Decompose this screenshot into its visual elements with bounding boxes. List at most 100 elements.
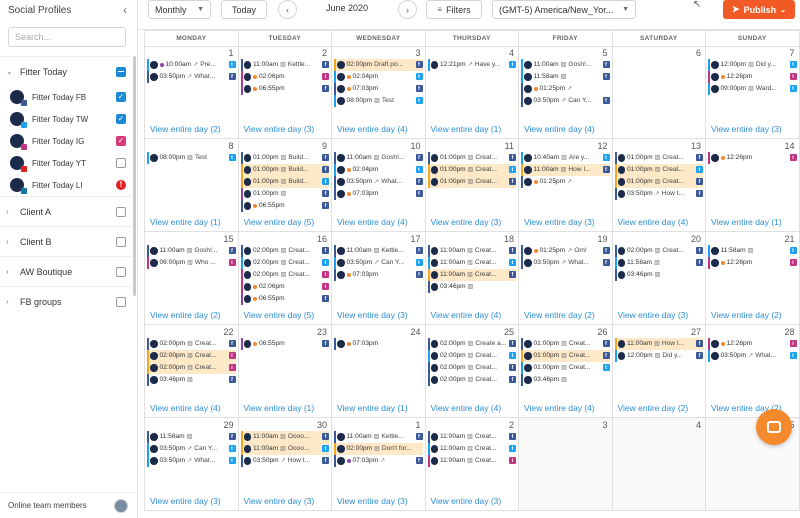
chat-launcher-button[interactable]	[756, 409, 792, 445]
scheduled-post-item[interactable]: 12:26pm i	[708, 71, 797, 83]
calendar-day[interactable]: 19 01:25pm ↗ Om! f 03:50pm ↗ What... f View entir…	[519, 232, 613, 325]
view-entire-day-link[interactable]: View entire day (4)	[524, 403, 595, 413]
view-entire-day-link[interactable]: View entire day (3)	[524, 217, 595, 227]
view-entire-day-link[interactable]: View entire day (2)	[711, 310, 782, 320]
calendar-day[interactable]: 29 11:58am ▨ f 03:50pm ↗ Can Y... t 03:50pm ↗ What…	[145, 418, 239, 511]
scheduled-post-item[interactable]: 02:06pm i	[240, 281, 329, 293]
view-entire-day-link[interactable]: View entire day (4)	[431, 310, 502, 320]
scheduled-post-item[interactable]: 03:46pm ▨	[521, 374, 610, 386]
scheduled-post-item[interactable]: 01:00pm ▨ Creat... f	[614, 152, 703, 164]
scheduled-post-item[interactable]: 11:00am ▨ Gosh!... f	[521, 59, 610, 71]
scheduled-post-item[interactable]: 01:25pm ↗	[521, 176, 610, 188]
draft-post-item[interactable]: 01:00pm ▨ Creat... f	[614, 176, 703, 188]
scheduled-post-item[interactable]: 06:55pm f	[240, 293, 329, 305]
calendar-day[interactable]: 30 11:00am ▨ Oooo... f 11:00am ▨ Oooo... t 03:50p…	[238, 418, 332, 511]
scheduled-post-item[interactable]: 01:25pm ↗	[521, 83, 610, 95]
draft-post-item[interactable]: 11:00am ▨ Oooo... f	[240, 431, 329, 443]
view-entire-day-link[interactable]: View entire day (3)	[337, 310, 408, 320]
view-entire-day-link[interactable]: View entire day (1)	[337, 403, 408, 413]
scheduled-post-item[interactable]: 11:00am ▨ Kettle... f	[334, 431, 423, 443]
publish-button[interactable]: ➤ Publish ⌄	[723, 0, 795, 19]
calendar-day[interactable]: 21 11:58am ▨ t 12:26pm i View entire day (2)	[706, 232, 800, 325]
calendar-day[interactable]: 23 06:55pm f View entire day (1)	[238, 325, 332, 418]
draft-post-item[interactable]: 02:00pm ▨ Creat... i	[147, 362, 236, 374]
calendar-day[interactable]: 6	[612, 46, 706, 139]
scheduled-post-item[interactable]: 06:00pm ▨ Who ... i	[147, 257, 236, 269]
profile-item[interactable]: Fitter Today LI!	[0, 174, 132, 196]
scheduled-post-item[interactable]: 11:00am ▨ Creat... i	[427, 455, 516, 467]
profile-item[interactable]: Fitter Today TW ✓	[0, 108, 132, 130]
view-entire-day-link[interactable]: View entire day (4)	[337, 217, 408, 227]
view-entire-day-link[interactable]: View entire day (2)	[150, 310, 221, 320]
calendar-day[interactable]: 13 01:00pm ▨ Creat... f 01:00pm ▨ Creat... t 01:0…	[612, 139, 706, 232]
view-entire-day-link[interactable]: View entire day (4)	[524, 124, 595, 134]
view-entire-day-link[interactable]: View entire day (5)	[244, 310, 315, 320]
scheduled-post-item[interactable]: 11:00am ▨ Creat... t	[427, 257, 516, 269]
group-checkbox[interactable]	[116, 66, 126, 77]
draft-post-item[interactable]: 01:00pm ▨ Creat... f	[427, 176, 516, 188]
scheduled-post-item[interactable]: 03:50pm ↗ What... f	[521, 257, 610, 269]
scheduled-post-item[interactable]: 01:00pm ▨ Creat... f	[427, 152, 516, 164]
view-entire-day-link[interactable]: View entire day (1)	[711, 217, 782, 227]
profile-group[interactable]: › Client A	[0, 196, 132, 226]
view-entire-day-link[interactable]: View entire day (3)	[150, 496, 221, 506]
scheduled-post-item[interactable]: 11:00am ▨ Kettle... f	[334, 245, 423, 257]
view-entire-day-link[interactable]: View entire day (4)	[337, 124, 408, 134]
scheduled-post-item[interactable]: 11:58am ▨ f	[614, 257, 703, 269]
view-entire-day-link[interactable]: View entire day (3)	[337, 496, 408, 506]
calendar-day[interactable]: 20 02:00pm ▨ Creat... f 11:58am ▨ f 03:46pm ▨ View…	[612, 232, 706, 325]
profile-group[interactable]: › Client B	[0, 226, 132, 256]
scheduled-post-item[interactable]: 01:00pm ▨ Build... f	[240, 152, 329, 164]
scheduled-post-item[interactable]: 01:00pm ▨ Creat... t	[521, 362, 610, 374]
scheduled-post-item[interactable]: 12:26pm i	[708, 152, 797, 164]
scheduled-post-item[interactable]: 03:50pm ↗ Can Y... t	[147, 443, 236, 455]
view-entire-day-link[interactable]: View entire day (1)	[244, 403, 315, 413]
calendar-day[interactable]: 3	[519, 418, 613, 511]
profile-item[interactable]: Fitter Today IG ✓	[0, 130, 132, 152]
view-entire-day-link[interactable]: View entire day (2)	[618, 403, 689, 413]
draft-post-item[interactable]: 02:00pm Draft po... f	[334, 59, 423, 71]
scheduled-post-item[interactable]: 07:03pm f	[334, 269, 423, 281]
scheduled-post-item[interactable]: 07:03pm f	[334, 188, 423, 200]
calendar-day[interactable]: 8 08:00pm ▨ Test t View entire day (1)	[145, 139, 239, 232]
calendar-day[interactable]: 2 11:00am ▨ Kettle... f 02:06pm i 06:55pm f View …	[238, 46, 332, 139]
scheduled-post-item[interactable]: 03:50pm ↗ How t... f	[240, 455, 329, 467]
scheduled-post-item[interactable]: 12:00pm ▨ Did y... f	[614, 350, 703, 362]
calendar-day[interactable]: 12 10:40am ▨ Are y... t 11:00am ▨ How I... f 01:2…	[519, 139, 613, 232]
scheduled-post-item[interactable]: 03:50pm ↗ What... f	[334, 176, 423, 188]
profile-search-input[interactable]	[8, 27, 126, 47]
view-entire-day-link[interactable]: View entire day (1)	[150, 217, 221, 227]
next-month-button[interactable]: ›	[398, 0, 417, 19]
scheduled-post-item[interactable]: 11:58am ▨ f	[521, 71, 610, 83]
calendar-day[interactable]: 3 02:00pm Draft po... f 02:04pm t 07:03pm f 08:0…	[332, 46, 426, 139]
draft-post-item[interactable]: 02:00pm ▨ Creat... i	[147, 350, 236, 362]
scheduled-post-item[interactable]: 02:00pm ▨ Creat... f	[147, 338, 236, 350]
scheduled-post-item[interactable]: 12:26pm i	[708, 257, 797, 269]
scheduled-post-item[interactable]: 03:50pm ↗ Can Y... f	[521, 95, 610, 107]
scheduled-post-item[interactable]: 01:00pm ▨ f	[240, 188, 329, 200]
scheduled-post-item[interactable]: 03:50pm ↗ What... t	[708, 350, 797, 362]
scheduled-post-item[interactable]: 06:55pm f	[240, 338, 329, 350]
calendar-day[interactable]: 14 12:26pm i View entire day (1)	[706, 139, 800, 232]
scheduled-post-item[interactable]: 03:50pm ↗ What... t	[147, 455, 236, 467]
scheduled-post-item[interactable]: 11:00am ▨ Creat... t	[427, 443, 516, 455]
draft-post-item[interactable]: 02:00pm ▨ Don't for...	[334, 443, 423, 455]
scheduled-post-item[interactable]: 02:00pm ▨ Creat... i	[240, 269, 329, 281]
scheduled-post-item[interactable]: 12:00pm ▨ Did y... t	[708, 59, 797, 71]
profile-error-icon[interactable]: !	[116, 180, 126, 190]
calendar-day[interactable]: 27 11:00am ▨ How I... f 12:00pm ▨ Did y... f View…	[612, 325, 706, 418]
collapse-sidebar-icon[interactable]: ‹	[123, 3, 127, 17]
calendar-day[interactable]: 16 02:00pm ▨ Creat... f 02:00pm ▨ Creat... t 02:0…	[238, 232, 332, 325]
calendar-day[interactable]: 11 01:00pm ▨ Creat... f 01:00pm ▨ Creat... t 01:0…	[425, 139, 519, 232]
view-entire-day-link[interactable]: View entire day (3)	[618, 310, 689, 320]
scheduled-post-item[interactable]: 02:06pm i	[240, 71, 329, 83]
scheduled-post-item[interactable]: 07:03pm f	[334, 83, 423, 95]
scheduled-post-item[interactable]: 12:21pm ↗ Have y... t	[427, 59, 516, 71]
scheduled-post-item[interactable]: 03:46pm ▨	[614, 269, 704, 281]
scheduled-post-item[interactable]: 11:00am ▨ Gosh!... f	[147, 245, 236, 257]
view-entire-day-link[interactable]: View entire day (1)	[431, 124, 502, 134]
view-entire-day-link[interactable]: View entire day (2)	[524, 310, 595, 320]
calendar-day[interactable]: 24 07:03pm View entire day (1)	[332, 325, 426, 418]
draft-post-item[interactable]: 01:00pm ▨ Build... t	[240, 176, 329, 188]
scheduled-post-item[interactable]: 06:55pm f	[240, 83, 329, 95]
